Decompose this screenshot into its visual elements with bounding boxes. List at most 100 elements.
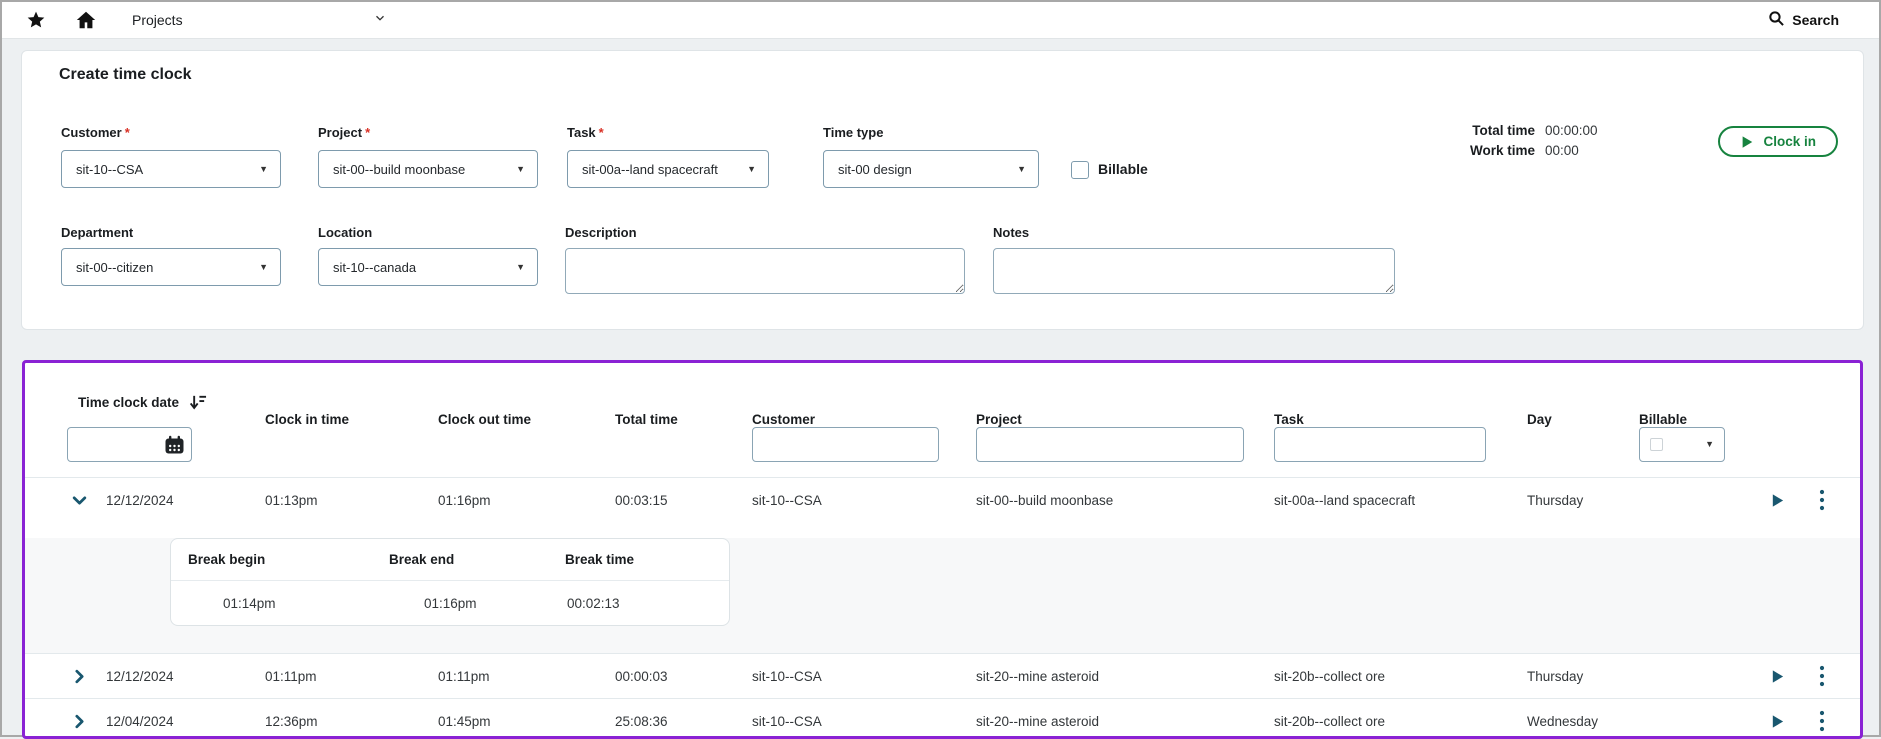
table-row[interactable]: 12/04/2024 12:36pm 01:45pm 25:08:36 sit-… bbox=[25, 698, 1860, 739]
billable-checkbox[interactable] bbox=[1071, 161, 1089, 179]
kebab-menu-icon[interactable] bbox=[1799, 665, 1845, 687]
search-icon bbox=[1768, 10, 1785, 30]
top-bar: Projects Search bbox=[2, 2, 1879, 39]
cell-clock-in: 01:11pm bbox=[261, 669, 434, 684]
break-end-value: 01:16pm bbox=[372, 596, 548, 611]
column-header-day[interactable]: Day bbox=[1523, 412, 1635, 427]
break-table: Break begin Break end Break time 01:14pm… bbox=[170, 538, 730, 626]
row-expanded-detail: Break begin Break end Break time 01:14pm… bbox=[25, 538, 1860, 653]
cell-day: Thursday bbox=[1523, 669, 1635, 684]
table-row[interactable]: 12/12/2024 01:13pm 01:16pm 00:03:15 sit-… bbox=[25, 477, 1860, 522]
nav-projects-label: Projects bbox=[132, 12, 183, 28]
play-icon[interactable] bbox=[1755, 493, 1799, 508]
total-time-label: Total time bbox=[1472, 121, 1535, 141]
cell-day: Thursday bbox=[1523, 493, 1635, 508]
cell-project: sit-20--mine asteroid bbox=[972, 714, 1270, 729]
department-label: Department bbox=[61, 225, 133, 240]
column-header-task[interactable]: Task bbox=[1270, 412, 1523, 427]
work-time-value: 00:00 bbox=[1545, 141, 1607, 161]
cell-date: 12/12/2024 bbox=[91, 493, 261, 508]
break-time-header: Break time bbox=[548, 552, 729, 567]
column-header-total[interactable]: Total time bbox=[611, 412, 748, 427]
break-table-header: Break begin Break end Break time bbox=[171, 539, 729, 581]
cell-customer: sit-10--CSA bbox=[748, 714, 972, 729]
table-row[interactable]: 12/12/2024 01:11pm 01:11pm 00:00:03 sit-… bbox=[25, 653, 1860, 698]
chevron-down-icon: ▼ bbox=[259, 165, 268, 174]
project-value: sit-00--build moonbase bbox=[333, 162, 465, 177]
required-asterisk: * bbox=[125, 125, 130, 140]
customer-select[interactable]: sit-10--CSA ▼ bbox=[61, 150, 281, 188]
column-header-clock-out[interactable]: Clock out time bbox=[434, 412, 611, 427]
location-value: sit-10--canada bbox=[333, 260, 416, 275]
checkbox-placeholder-icon bbox=[1650, 438, 1663, 451]
customer-filter-input[interactable] bbox=[752, 427, 939, 462]
break-table-row: 01:14pm 01:16pm 00:02:13 bbox=[171, 581, 729, 625]
home-icon[interactable] bbox=[68, 9, 104, 31]
task-label: Task* bbox=[567, 125, 604, 140]
cell-task: sit-20b--collect ore bbox=[1270, 714, 1523, 729]
time-totals: Total time00:00:00 Work time00:00 bbox=[1470, 121, 1607, 161]
cell-date: 12/12/2024 bbox=[91, 669, 261, 684]
time-clock-table-panel: Time clock date Clock in time Clock out … bbox=[22, 360, 1863, 739]
play-icon[interactable] bbox=[1755, 669, 1799, 684]
nav-projects-dropdown[interactable]: Projects bbox=[132, 2, 387, 38]
cell-customer: sit-10--CSA bbox=[748, 669, 972, 684]
cell-total: 25:08:36 bbox=[611, 714, 748, 729]
cell-day: Wednesday bbox=[1523, 714, 1635, 729]
calendar-icon[interactable] bbox=[164, 435, 185, 455]
chevron-down-icon bbox=[373, 11, 387, 30]
customer-label: Customer* bbox=[61, 125, 130, 140]
project-select[interactable]: sit-00--build moonbase ▼ bbox=[318, 150, 538, 188]
table-header-row: Time clock date Clock in time Clock out … bbox=[25, 363, 1860, 415]
project-filter-input[interactable] bbox=[976, 427, 1244, 462]
expand-row-chevron-right-icon[interactable] bbox=[25, 713, 91, 730]
break-begin-header: Break begin bbox=[171, 552, 372, 567]
cell-total: 00:00:03 bbox=[611, 669, 748, 684]
time-type-value: sit-00 design bbox=[838, 162, 912, 177]
play-icon bbox=[1740, 135, 1754, 149]
cell-task: sit-20b--collect ore bbox=[1270, 669, 1523, 684]
sort-descending-icon[interactable] bbox=[188, 393, 207, 412]
time-type-label: Time type bbox=[823, 125, 883, 140]
cell-date: 12/04/2024 bbox=[91, 714, 261, 729]
kebab-menu-icon[interactable] bbox=[1799, 710, 1845, 732]
play-icon[interactable] bbox=[1755, 714, 1799, 729]
work-time-label: Work time bbox=[1470, 141, 1535, 161]
cell-clock-out: 01:16pm bbox=[434, 493, 611, 508]
department-select[interactable]: sit-00--citizen ▼ bbox=[61, 248, 281, 286]
required-asterisk: * bbox=[599, 125, 604, 140]
description-label: Description bbox=[565, 225, 637, 240]
search-button[interactable]: Search bbox=[1768, 10, 1839, 30]
cell-task: sit-00a--land spacecraft bbox=[1270, 493, 1523, 508]
column-header-date[interactable]: Time clock date bbox=[74, 393, 434, 412]
chevron-down-icon: ▼ bbox=[1017, 165, 1026, 174]
task-filter-input[interactable] bbox=[1274, 427, 1486, 462]
column-header-customer[interactable]: Customer bbox=[748, 412, 972, 427]
create-time-clock-panel: Create time clock Customer* Project* Tas… bbox=[21, 50, 1864, 330]
cell-clock-out: 01:45pm bbox=[434, 714, 611, 729]
kebab-menu-icon[interactable] bbox=[1799, 489, 1845, 511]
column-header-billable[interactable]: Billable bbox=[1635, 412, 1755, 427]
description-textarea[interactable] bbox=[565, 248, 965, 294]
project-label: Project* bbox=[318, 125, 370, 140]
billable-filter-select[interactable]: ▼ bbox=[1639, 427, 1725, 462]
notes-textarea[interactable] bbox=[993, 248, 1395, 294]
chevron-down-icon: ▼ bbox=[516, 165, 525, 174]
break-time-value: 00:02:13 bbox=[548, 596, 729, 611]
chevron-down-icon: ▼ bbox=[1705, 440, 1714, 449]
panel-title: Create time clock bbox=[59, 66, 192, 84]
cell-project: sit-00--build moonbase bbox=[972, 493, 1270, 508]
favorite-star-icon[interactable] bbox=[18, 10, 54, 30]
cell-total: 00:03:15 bbox=[611, 493, 748, 508]
column-header-clock-in[interactable]: Clock in time bbox=[261, 412, 434, 427]
task-select[interactable]: sit-00a--land spacecraft ▼ bbox=[567, 150, 769, 188]
collapse-row-chevron-down-icon[interactable] bbox=[25, 492, 91, 509]
column-header-project[interactable]: Project bbox=[972, 412, 1270, 427]
location-select[interactable]: sit-10--canada ▼ bbox=[318, 248, 538, 286]
billable-label: Billable bbox=[1098, 161, 1148, 177]
expand-row-chevron-right-icon[interactable] bbox=[25, 668, 91, 685]
search-label: Search bbox=[1792, 12, 1839, 28]
clock-in-button[interactable]: Clock in bbox=[1718, 126, 1838, 157]
break-begin-value: 01:14pm bbox=[171, 596, 372, 611]
time-type-select[interactable]: sit-00 design ▼ bbox=[823, 150, 1039, 188]
